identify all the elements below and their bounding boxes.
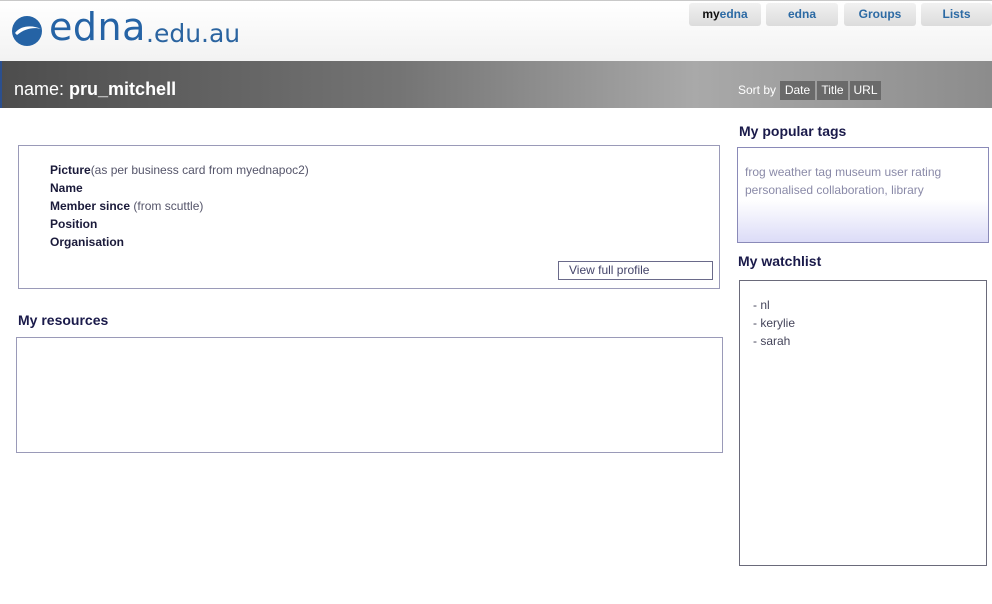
watchlist-item[interactable]: - nl (753, 298, 770, 312)
sort-url-button[interactable]: URL (850, 81, 881, 100)
tab-groups-label: Groups (858, 7, 902, 21)
tag-weather[interactable]: weather (769, 165, 812, 179)
profile-member-since: Member since (from scuttle) (50, 199, 203, 213)
watchlist-item[interactable]: - sarah (753, 334, 790, 348)
resources-heading: My resources (18, 312, 109, 328)
sort-date-button[interactable]: Date (780, 81, 815, 100)
position-label: Position (50, 217, 98, 231)
logo-suffix: .edu.au (146, 19, 241, 48)
watchlist-box: - nl - kerylie - sarah (739, 280, 987, 566)
watchlist-heading: My watchlist (738, 253, 822, 269)
profile-organisation: Organisation (50, 235, 124, 249)
tab-lists-label: Lists (942, 7, 971, 21)
tab-myedna[interactable]: myedna (689, 3, 761, 26)
member-since-note: (from scuttle) (130, 199, 204, 213)
picture-note: (as per business card from myednapoc2) (90, 163, 309, 177)
tab-edna-label: edna (787, 7, 816, 21)
tag-library[interactable]: library (891, 183, 924, 197)
profile-picture: Picture(as per business card from myedna… (50, 163, 309, 177)
resources-box (16, 337, 723, 453)
tags-heading: My popular tags (739, 123, 847, 139)
member-since-label: Member since (50, 199, 131, 213)
profile-position: Position (50, 217, 97, 231)
view-full-profile-button[interactable]: View full profile (558, 261, 713, 280)
name-field-label: Name (50, 181, 83, 195)
logo-word: edna (49, 5, 146, 49)
tag-cloud: frog weather tag museum user rating pers… (745, 163, 975, 199)
header: edna .edu.au myedna edna Groups Lists (0, 0, 992, 61)
watchlist-item[interactable]: - kerylie (753, 316, 795, 330)
tab-myedna-label: edna (719, 7, 748, 21)
tag-collaboration[interactable]: collaboration, (816, 183, 887, 197)
sort-label: Sort by (738, 83, 777, 97)
username: pru_mitchell (69, 79, 177, 99)
organisation-label: Organisation (50, 235, 125, 249)
tab-lists[interactable]: Lists (921, 3, 992, 26)
tab-myedna-prefix: my (702, 7, 720, 21)
profile-box: Picture(as per business card from myedna… (18, 145, 720, 289)
user-banner: name: pru_mitchell Sort by Date Title UR… (0, 61, 992, 108)
tab-edna[interactable]: edna (766, 3, 838, 26)
tag-user[interactable]: user (884, 165, 907, 179)
page-title: name: pru_mitchell (14, 79, 176, 100)
tab-groups[interactable]: Groups (844, 3, 916, 26)
picture-label: Picture (50, 163, 91, 177)
tag-frog[interactable]: frog (745, 165, 766, 179)
tags-box: frog weather tag museum user rating pers… (737, 147, 989, 243)
sort-title-button[interactable]: Title (817, 81, 848, 100)
tag-museum[interactable]: museum (835, 165, 881, 179)
edna-logo-icon (12, 16, 42, 46)
tag-tag[interactable]: tag (815, 165, 832, 179)
tag-rating[interactable]: rating (911, 165, 941, 179)
tag-personalised[interactable]: personalised (745, 183, 813, 197)
profile-name: Name (50, 181, 83, 195)
name-label: name: (14, 79, 65, 99)
